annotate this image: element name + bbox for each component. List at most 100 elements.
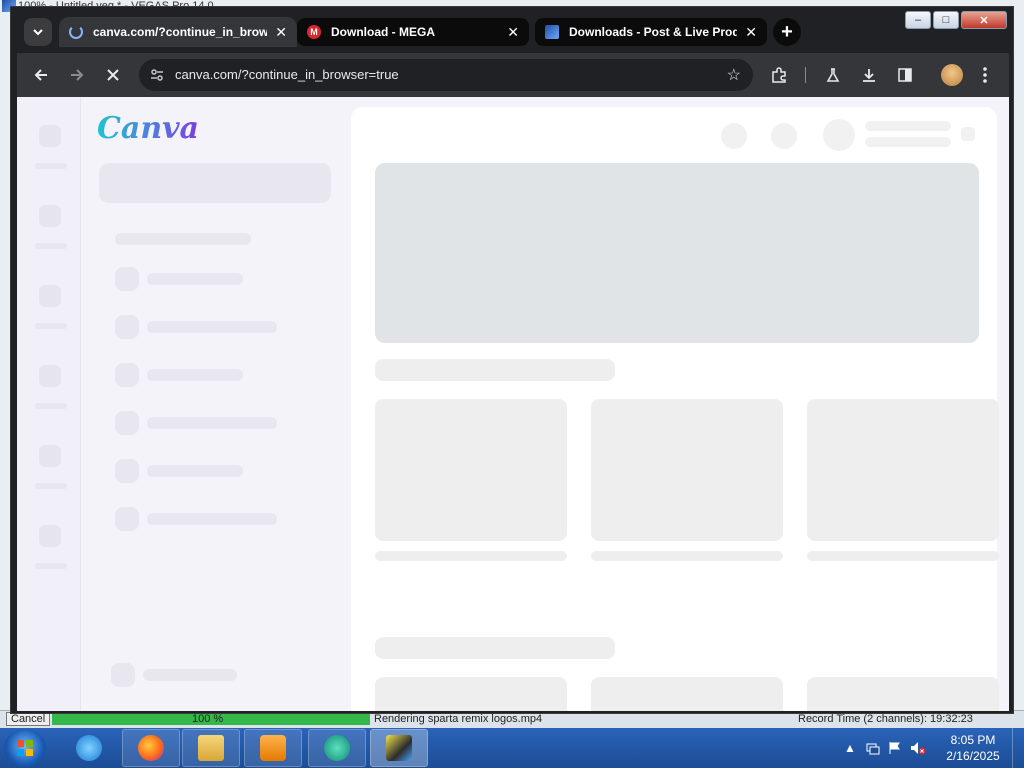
taskbar-media-player[interactable] [308,729,366,767]
address-bar[interactable]: canva.com/?continue_in_browser=true ☆ [139,59,753,91]
design-card-skeleton[interactable] [591,399,783,541]
site-info-icon[interactable] [149,67,165,83]
nav-item-icon-skeleton[interactable] [115,267,139,291]
design-card-title-skeleton [375,551,567,561]
close-tab-icon[interactable]: ✕ [507,24,519,41]
canva-page: Canva [17,97,1009,711]
design-card-skeleton[interactable] [375,677,567,711]
show-hidden-icons-button[interactable]: ▲ [844,741,858,755]
design-card-skeleton[interactable] [807,677,999,711]
profile-avatar[interactable] [941,64,963,86]
stop-loading-button[interactable] [101,63,125,87]
close-window-button[interactable]: ✕ [961,11,1007,29]
browser-window: canva.com/?continue_in_browser=true ✕ M … [10,6,1014,714]
flask-icon [826,68,840,82]
rail-item-icon[interactable] [39,525,61,547]
firefox-icon [138,735,164,761]
extensions-button[interactable] [767,63,791,87]
labs-button[interactable] [821,63,845,87]
internet-explorer-icon [76,735,102,761]
show-desktop-button[interactable] [1012,728,1024,768]
rail-item-icon[interactable] [39,125,61,147]
design-card-skeleton[interactable] [807,399,999,541]
tab-mega[interactable]: M Download - MEGA ✕ [297,18,529,46]
rail-item-label [35,403,67,409]
tab-search-button[interactable] [24,18,52,46]
network-icon[interactable] [866,741,880,755]
nav-item-label-skeleton [147,273,243,285]
nav-item-label-skeleton [147,321,277,333]
taskbar-file-explorer[interactable] [182,729,240,767]
rail-item-icon[interactable] [39,205,61,227]
menu-icon-skeleton[interactable] [961,127,975,141]
nav-item-label-skeleton [147,513,277,525]
more-vertical-icon [983,67,987,83]
rail-item-label [35,483,67,489]
close-tab-icon[interactable]: ✕ [745,24,757,41]
tab-title: Download - MEGA [331,25,435,39]
main-content-panel [351,107,999,711]
side-panel-button[interactable] [893,63,917,87]
taskbar-internet-explorer[interactable] [60,729,118,767]
cancel-render-button[interactable]: Cancel [6,712,51,726]
downloads-button[interactable] [857,63,881,87]
bookmark-star-icon[interactable]: ☆ [727,65,741,85]
close-icon [107,69,119,81]
nav-heading-skeleton [115,233,251,245]
action-center-flag-icon[interactable] [888,741,902,755]
close-tab-icon[interactable]: ✕ [275,24,287,41]
clock-date[interactable]: 2/16/2025 [938,749,1008,763]
clock-time[interactable]: 8:05 PM [938,733,1008,747]
browser-menu-button[interactable] [973,63,997,87]
nav-item-label-skeleton [147,369,243,381]
address-text: canva.com/?continue_in_browser=true [175,67,399,82]
back-button[interactable] [29,63,53,87]
design-card-title-skeleton [591,551,783,561]
file-explorer-icon [198,735,224,761]
tune-icon [151,69,163,81]
rail-item-icon[interactable] [39,445,61,467]
nav-item-icon-skeleton[interactable] [115,363,139,387]
browser-toolbar: canva.com/?continue_in_browser=true ☆ [17,53,1009,97]
mega-icon: M [307,25,321,39]
render-file-text: Rendering sparta remix logos.mp4 [374,713,543,725]
canva-logo[interactable]: Canva [97,111,199,146]
notifications-icon-skeleton[interactable] [771,123,797,149]
new-tab-button[interactable]: + [773,18,801,46]
tab-canva[interactable]: canva.com/?continue_in_browser=true ✕ [59,17,297,47]
vegas-icon [545,25,559,39]
nav-item-icon-skeleton[interactable] [115,315,139,339]
tab-title: canva.com/?continue_in_browser=true [93,25,268,39]
rail-item-icon[interactable] [39,285,61,307]
design-card-title-skeleton [807,551,999,561]
forward-button[interactable] [65,63,89,87]
user-name-skeleton [865,121,951,131]
hero-banner-skeleton [375,163,979,343]
taskbar-media-app[interactable] [244,729,302,767]
minimize-button[interactable]: – [905,11,931,29]
nav-item-icon-skeleton[interactable] [115,411,139,435]
nav-item-icon-skeleton[interactable] [115,507,139,531]
rail-item-icon[interactable] [39,365,61,387]
nav-item-icon-skeleton[interactable] [115,459,139,483]
start-button[interactable] [4,729,46,767]
maximize-button[interactable]: □ [933,11,959,29]
record-time-text: Record Time (2 channels): 19:32:23 [798,713,973,725]
volume-muted-icon[interactable] [910,741,926,755]
tab-title: Downloads - Post & Live Production Softw… [569,25,738,39]
loading-spinner-icon [69,25,83,39]
vlc-media-icon [260,735,286,761]
user-avatar-skeleton[interactable] [823,119,855,151]
create-design-button-skeleton[interactable] [99,163,331,203]
taskbar-vegas-pro[interactable] [370,729,428,767]
tab-vegas-downloads[interactable]: Downloads - Post & Live Production Softw… [535,18,767,46]
puzzle-icon [772,67,786,83]
arrow-left-icon [34,69,47,81]
toolbar-divider [805,67,806,83]
design-card-skeleton[interactable] [375,399,567,541]
taskbar-firefox[interactable] [122,729,180,767]
design-card-skeleton[interactable] [591,677,783,711]
help-icon-skeleton[interactable] [721,123,747,149]
account-icon-skeleton[interactable] [111,663,135,687]
account-label-skeleton [143,669,237,681]
